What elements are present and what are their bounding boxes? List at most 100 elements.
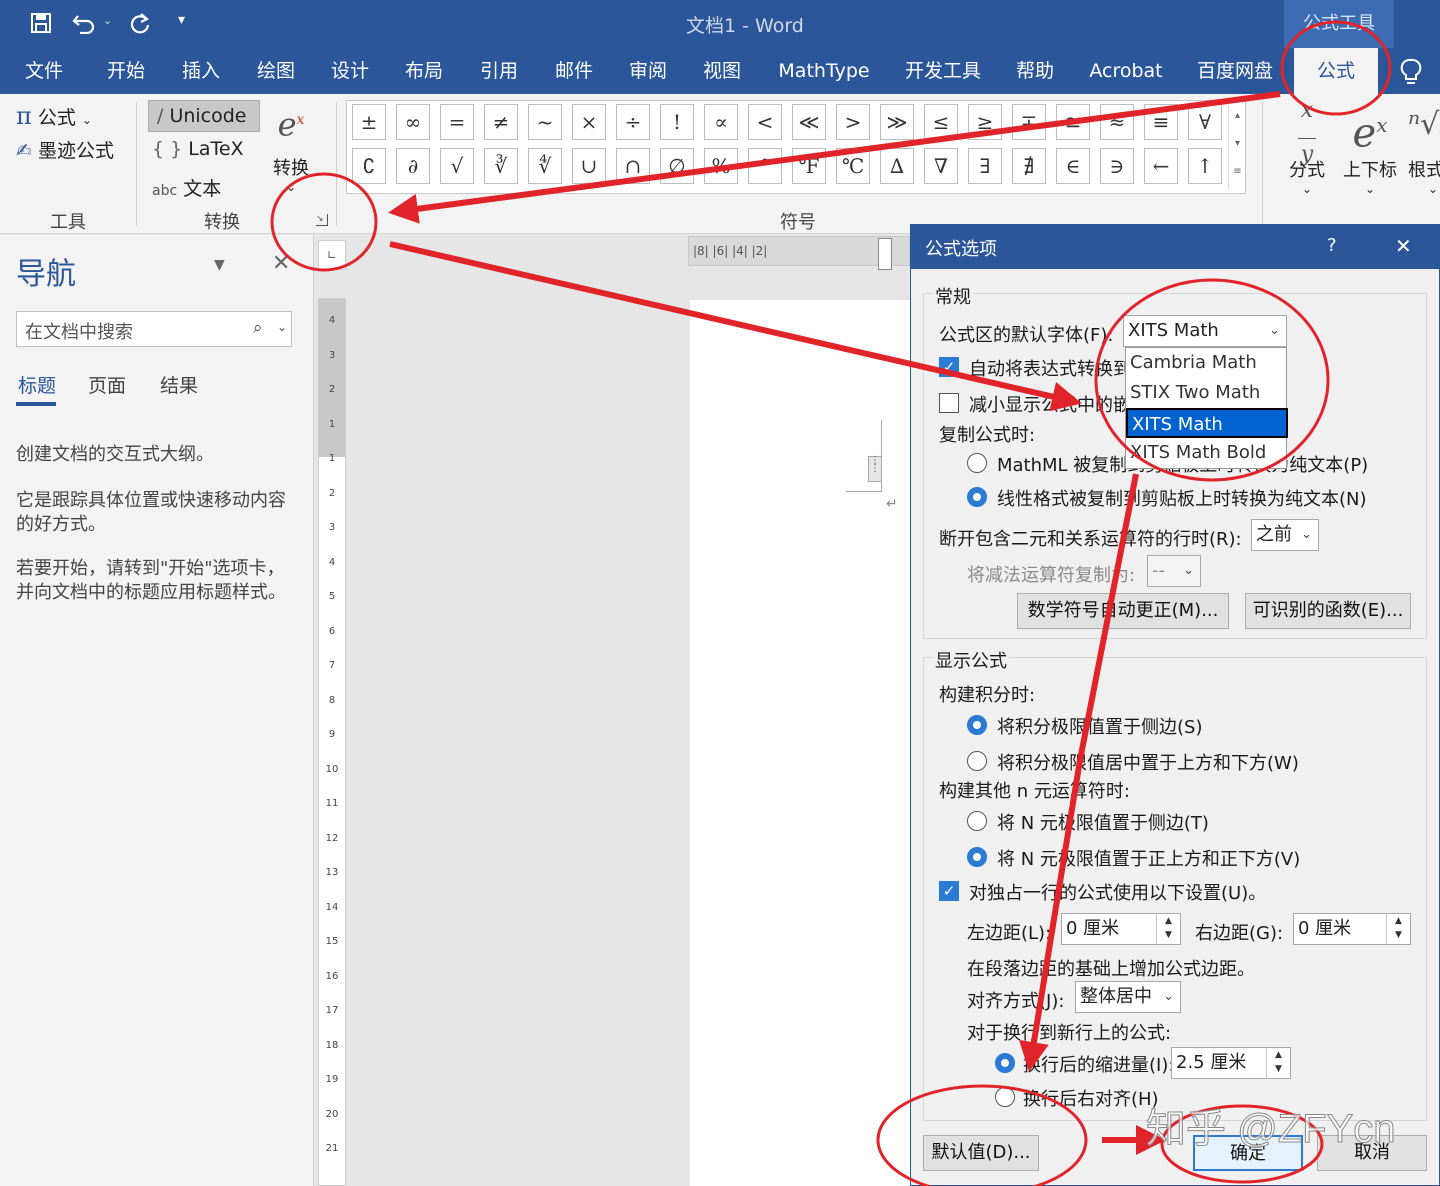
symbol-button[interactable]: ÷ xyxy=(616,104,650,140)
copy-mathml-radio[interactable] xyxy=(967,453,987,473)
minus-combo[interactable]: -- ⌄ xyxy=(1147,555,1201,587)
integral-side-radio[interactable] xyxy=(967,715,987,735)
symbol-button[interactable]: ∆ xyxy=(880,148,914,184)
symbol-button[interactable]: ∪ xyxy=(572,148,606,184)
chevron-down-icon[interactable]: ⌄ xyxy=(277,320,287,334)
tab-mailings[interactable]: 邮件 xyxy=(544,48,604,94)
auto-convert-checkbox[interactable]: ✓ xyxy=(939,357,959,377)
insert-equation-button[interactable]: π 公式 ⌄ xyxy=(16,102,92,130)
lightbulb-icon[interactable] xyxy=(1400,58,1422,86)
indent-marker[interactable] xyxy=(878,238,892,270)
ink-equation-button[interactable]: ✍ 墨迹公式 xyxy=(16,136,114,164)
symbol-button[interactable]: ° xyxy=(748,148,782,184)
font-option-selected[interactable]: XITS Math xyxy=(1126,408,1288,438)
symbol-button[interactable]: ≠ xyxy=(484,104,518,140)
right-align-radio[interactable] xyxy=(995,1087,1015,1107)
tab-home[interactable]: 开始 xyxy=(96,48,156,94)
fraction-button[interactable]: xy 分式 ⌄ xyxy=(1284,100,1330,197)
symbol-button[interactable]: ∇ xyxy=(924,148,958,184)
symbol-button[interactable]: ∩ xyxy=(616,148,650,184)
customize-icon[interactable]: ▾ xyxy=(178,12,185,28)
spinner-arrows-icon[interactable]: ▲ ▼ xyxy=(1386,914,1410,944)
script-button[interactable]: ex 上下标 ⌄ xyxy=(1340,100,1400,196)
font-option[interactable]: Cambria Math xyxy=(1126,348,1288,378)
spinner-arrows-icon[interactable]: ▲ ▼ xyxy=(1266,1048,1290,1078)
redo-icon[interactable] xyxy=(128,11,152,35)
autocorrect-button[interactable]: 数学符号自动更正(M)... xyxy=(1017,593,1229,629)
symbol-button[interactable]: ∈ xyxy=(1056,148,1090,184)
indent-radio[interactable] xyxy=(995,1053,1015,1073)
symbol-button[interactable]: ≅ xyxy=(1056,104,1090,140)
dialog-launcher-icon[interactable]: ↘ xyxy=(316,214,328,226)
tab-equation[interactable]: 公式 xyxy=(1294,48,1378,94)
symbol-button[interactable]: ≡ xyxy=(1144,104,1178,140)
symbol-button[interactable]: ← xyxy=(1144,148,1178,184)
save-icon[interactable] xyxy=(30,12,52,34)
ok-button[interactable]: 确定 xyxy=(1193,1135,1303,1171)
help-button[interactable]: ? xyxy=(1327,235,1337,256)
symbol-button[interactable]: ∅ xyxy=(660,148,694,184)
symbol-button[interactable]: ∋ xyxy=(1100,148,1134,184)
reduce-nested-checkbox[interactable] xyxy=(939,393,959,413)
close-icon[interactable]: ✕ xyxy=(272,251,290,276)
symbol-button[interactable]: ∜ xyxy=(528,148,562,184)
right-margin-spinner[interactable]: 0 厘米 ▲ ▼ xyxy=(1293,913,1411,945)
radical-button[interactable]: ⁿ√x 根式 ⌄ xyxy=(1408,100,1440,196)
search-input[interactable]: 在文档中搜索 ⌕ ⌄ xyxy=(16,311,292,347)
font-option[interactable]: STIX Two Math xyxy=(1126,378,1288,408)
symbol-button[interactable]: ∄ xyxy=(1012,148,1046,184)
copy-linear-radio[interactable] xyxy=(967,487,987,507)
symbol-button[interactable]: ℃ xyxy=(836,148,870,184)
symbol-button[interactable]: % xyxy=(704,148,738,184)
tab-insert[interactable]: 插入 xyxy=(171,48,231,94)
spinner-arrows-icon[interactable]: ▲ ▼ xyxy=(1156,914,1180,944)
symbol-button[interactable]: ℉ xyxy=(792,148,826,184)
symbol-button[interactable]: ≤ xyxy=(924,104,958,140)
tab-layout[interactable]: 布局 xyxy=(394,48,454,94)
symbol-button[interactable]: ∛ xyxy=(484,148,518,184)
tab-mathtype[interactable]: MathType xyxy=(772,48,876,94)
functions-button[interactable]: 可识别的函数(E)... xyxy=(1245,593,1411,629)
break-combo[interactable]: 之前 ⌄ xyxy=(1251,519,1319,551)
symbol-button[interactable]: < xyxy=(748,104,782,140)
nav-tab-pages[interactable]: 页面 xyxy=(88,371,126,398)
tab-selector[interactable]: ∟ xyxy=(318,240,346,270)
symbol-button[interactable]: ! xyxy=(660,104,694,140)
convert-button[interactable]: ex 转换 ⌄ xyxy=(268,98,314,198)
latex-button[interactable]: { } LaTeX xyxy=(152,138,244,160)
symbol-button[interactable]: ∃ xyxy=(968,148,1002,184)
align-combo[interactable]: 整体居中 ⌄ xyxy=(1075,981,1181,1013)
symbol-button[interactable]: ↑ xyxy=(1188,148,1222,184)
tab-review[interactable]: 审阅 xyxy=(618,48,678,94)
tab-developer[interactable]: 开发工具 xyxy=(898,48,988,94)
nary-center-radio[interactable] xyxy=(967,847,987,867)
symbol-button[interactable]: × xyxy=(572,104,606,140)
tab-file[interactable]: 文件 xyxy=(14,48,74,94)
left-margin-spinner[interactable]: 0 厘米 ▲ ▼ xyxy=(1061,913,1181,945)
symbol-button[interactable]: √ xyxy=(440,148,474,184)
symbol-button[interactable]: ∀ xyxy=(1188,104,1222,140)
symbol-button[interactable]: ≫ xyxy=(880,104,914,140)
default-button[interactable]: 默认值(D)... xyxy=(923,1135,1039,1171)
symbol-button[interactable]: ∝ xyxy=(704,104,738,140)
undo-icon[interactable] xyxy=(72,12,98,34)
symbol-button[interactable]: ≥ xyxy=(968,104,1002,140)
tab-draw[interactable]: 绘图 xyxy=(246,48,306,94)
symbol-button[interactable]: ∓ xyxy=(1012,104,1046,140)
symbol-button[interactable]: ± xyxy=(352,104,386,140)
symbol-button[interactable]: > xyxy=(836,104,870,140)
symbol-button[interactable]: = xyxy=(440,104,474,140)
tab-design[interactable]: 设计 xyxy=(320,48,380,94)
unicode-button[interactable]: / Unicode xyxy=(148,100,260,132)
close-button[interactable]: ✕ xyxy=(1395,234,1412,258)
symbol-button[interactable]: ≪ xyxy=(792,104,826,140)
gallery-scrollbar[interactable]: ▴ ▾ ≡ xyxy=(1228,102,1246,190)
nav-tab-headings[interactable]: 标题 xyxy=(18,371,56,398)
tab-acrobat[interactable]: Acrobat xyxy=(1082,48,1170,94)
nary-side-radio[interactable] xyxy=(967,811,987,831)
tab-help[interactable]: 帮助 xyxy=(1006,48,1064,94)
integral-center-radio[interactable] xyxy=(967,751,987,771)
symbol-button[interactable]: ≈ xyxy=(1100,104,1134,140)
undo-dropdown-icon[interactable]: ⌄ xyxy=(103,14,112,27)
font-option[interactable]: XITS Math Bold xyxy=(1126,438,1288,468)
